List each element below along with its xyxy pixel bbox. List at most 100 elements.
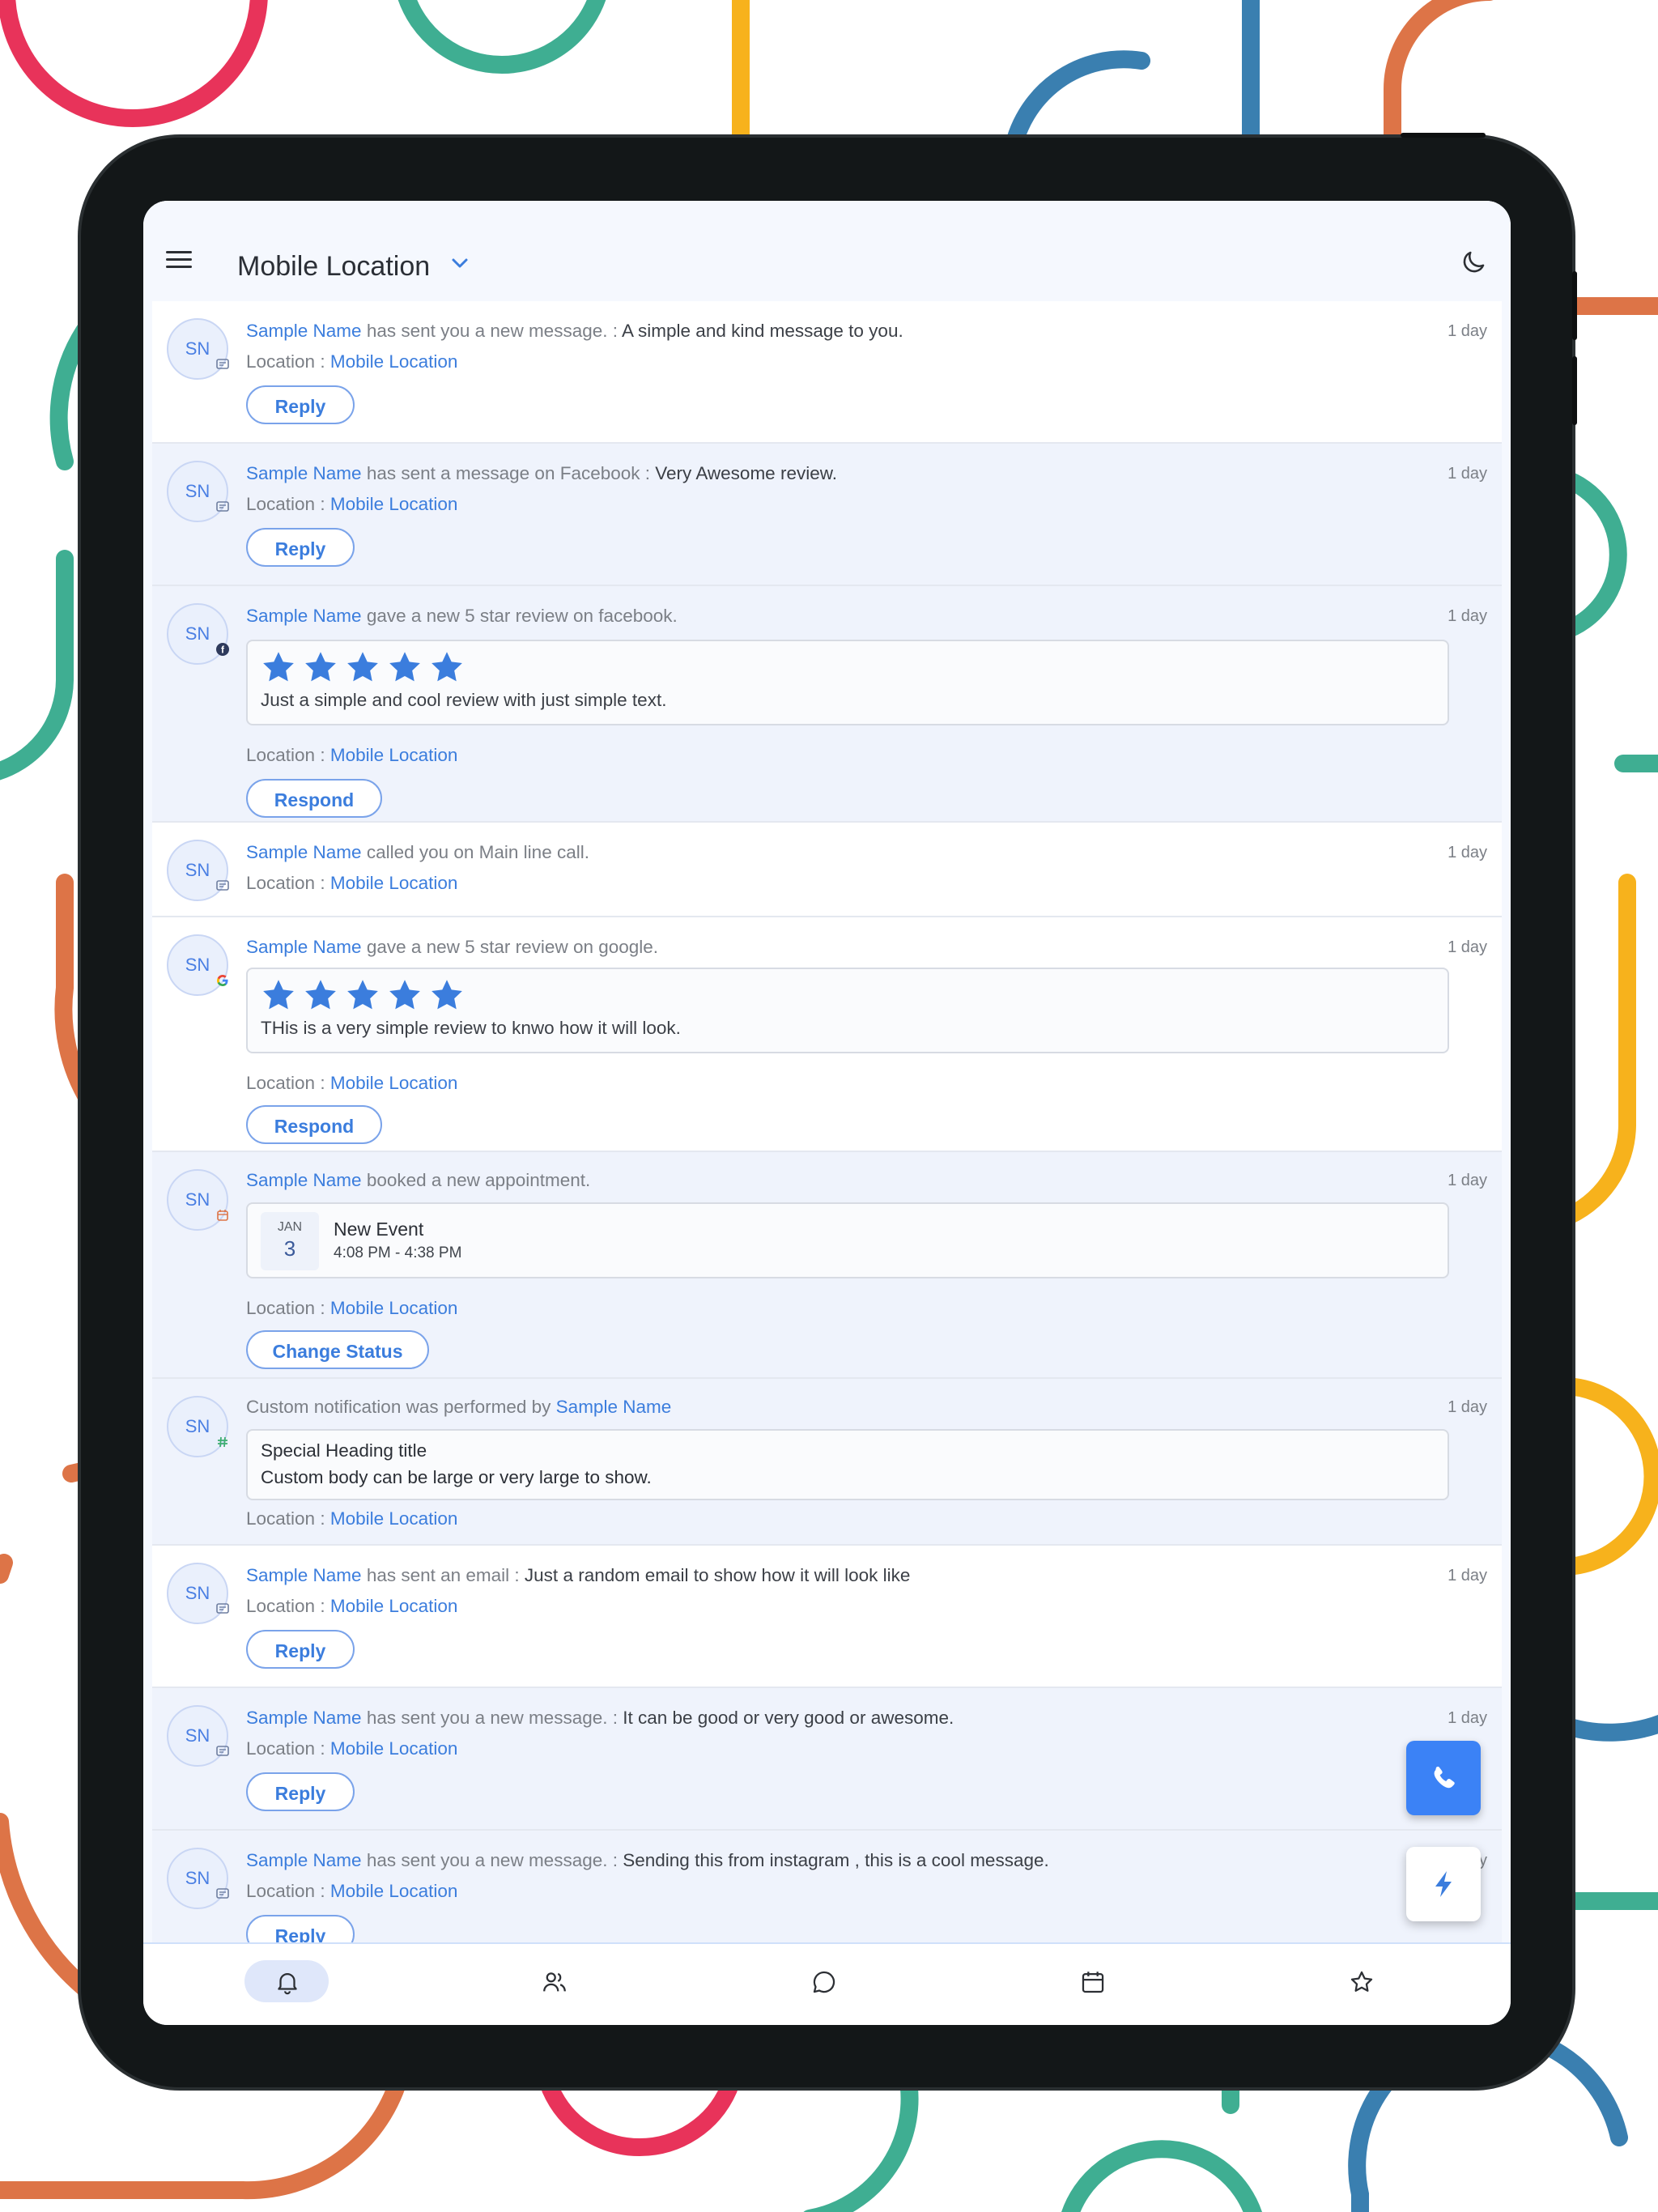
dark-mode-moon-icon[interactable] — [1459, 248, 1488, 277]
top-app-bar: Mobile Location — [143, 201, 1511, 301]
location-link[interactable]: Mobile Location — [330, 351, 458, 372]
contact-name-link[interactable]: Sample Name — [246, 1565, 362, 1585]
contact-name-link[interactable]: Sample Name — [556, 1397, 672, 1417]
bottom-navigation — [143, 1942, 1511, 2025]
notification-item[interactable]: SN Sample Name has sent you a new messag… — [152, 301, 1502, 444]
notification-item[interactable]: SN Custom notification was performed by … — [152, 1379, 1502, 1546]
location-link[interactable]: Mobile Location — [330, 1596, 458, 1616]
contact-name-link[interactable]: Sample Name — [246, 606, 362, 626]
review-text: THis is a very simple review to knwo how… — [261, 1018, 681, 1038]
phone-icon — [1434, 1766, 1455, 1789]
call-fab-button[interactable] — [1406, 1741, 1481, 1815]
event-title: New Event — [334, 1219, 424, 1240]
location-line: Location : Mobile Location — [246, 1073, 458, 1093]
reply-button[interactable]: Reply — [246, 1772, 355, 1811]
contact-name-link[interactable]: Sample Name — [246, 463, 362, 483]
contact-name-link[interactable]: Sample Name — [246, 1850, 362, 1870]
review-card: THis is a very simple review to knwo how… — [246, 968, 1449, 1053]
notification-item[interactable]: SN Sample Name called you on Main line c… — [152, 823, 1502, 917]
avatar: SN f — [167, 603, 229, 665]
location-link[interactable]: Mobile Location — [330, 873, 458, 893]
calendar-icon — [217, 1210, 228, 1221]
hash-icon — [218, 1436, 227, 1448]
change-status-button[interactable]: Change Status — [246, 1330, 429, 1369]
rating-star-icon — [263, 980, 294, 1010]
avatar: SN — [167, 1705, 229, 1767]
rating-star-icon — [305, 980, 336, 1010]
message-icon — [216, 1603, 229, 1614]
notification-item[interactable]: SN Sample Name booked a new appointment.… — [152, 1152, 1502, 1379]
star-rating — [261, 649, 465, 685]
location-title[interactable]: Mobile Location — [237, 251, 430, 283]
tablet-side-button — [1572, 271, 1577, 340]
lightning-bolt-icon — [1435, 1871, 1452, 1897]
contact-name-link[interactable]: Sample Name — [246, 1170, 362, 1190]
rating-star-icon — [432, 980, 462, 1010]
contact-name-link[interactable]: Sample Name — [246, 937, 362, 957]
message-icon — [216, 880, 229, 891]
location-link[interactable]: Mobile Location — [330, 494, 458, 514]
appointment-card[interactable]: JAN 3 New Event 4:08 PM - 4:38 PM — [246, 1202, 1449, 1278]
chat-icon — [813, 1971, 835, 1993]
quick-action-fab-button[interactable] — [1406, 1847, 1481, 1921]
reply-button[interactable]: Reply — [246, 385, 355, 424]
message-icon — [216, 359, 229, 369]
location-line: Location : Mobile Location — [246, 1881, 458, 1901]
location-link[interactable]: Mobile Location — [330, 1298, 458, 1318]
custom-heading: Special Heading title — [261, 1440, 427, 1461]
location-link[interactable]: Mobile Location — [330, 1738, 458, 1759]
reply-button[interactable]: Reply — [246, 528, 355, 567]
notification-item[interactable]: SN Sample Name has sent you a new messag… — [152, 1688, 1502, 1831]
notification-item[interactable]: SN f Sample Name gave a new 5 star revie… — [152, 586, 1502, 823]
nav-calendar[interactable] — [1050, 1960, 1134, 2002]
contact-name-link[interactable]: Sample Name — [246, 1708, 362, 1728]
notification-text: Sample Name gave a new 5 star review on … — [246, 937, 659, 957]
avatar: SN — [167, 1848, 229, 1909]
timestamp: 1 day — [1448, 1398, 1487, 1416]
respond-button[interactable]: Respond — [246, 779, 382, 818]
chevron-down-icon[interactable] — [451, 257, 469, 270]
location-line: Location : Mobile Location — [246, 1596, 458, 1616]
message-icon — [216, 501, 229, 512]
notification-item[interactable]: SN Sample Name gave a new 5 star review … — [152, 917, 1502, 1152]
location-line: Location : Mobile Location — [246, 873, 458, 893]
timestamp: 1 day — [1448, 1567, 1487, 1585]
location-link[interactable]: Mobile Location — [330, 1073, 458, 1093]
notification-item[interactable]: SN Sample Name has sent a message on Fac… — [152, 444, 1502, 586]
respond-button[interactable]: Respond — [246, 1105, 382, 1144]
location-link[interactable]: Mobile Location — [330, 745, 458, 765]
timestamp: 1 day — [1448, 844, 1487, 861]
rating-star-icon — [432, 652, 462, 682]
users-icon — [543, 1972, 566, 1992]
timestamp: 1 day — [1448, 938, 1487, 956]
notification-text: Sample Name has sent you a new message. … — [246, 1708, 954, 1728]
notification-feed[interactable]: SN Sample Name has sent you a new messag… — [152, 301, 1502, 2025]
location-link[interactable]: Mobile Location — [330, 1881, 458, 1901]
location-link[interactable]: Mobile Location — [330, 1508, 458, 1529]
tablet-top-button — [1401, 133, 1486, 138]
notification-item[interactable]: SN Sample Name has sent an email : Just … — [152, 1546, 1502, 1688]
rating-star-icon — [347, 652, 378, 682]
avatar: SN — [167, 840, 229, 901]
timestamp: 1 day — [1448, 607, 1487, 625]
rating-star-icon — [347, 980, 378, 1010]
nav-contacts[interactable] — [512, 1960, 596, 2002]
calendar-icon — [1082, 1972, 1104, 1993]
facebook-icon: f — [216, 643, 229, 656]
notification-text: Custom notification was performed by Sam… — [246, 1397, 672, 1417]
location-line: Location : Mobile Location — [246, 494, 458, 514]
rating-star-icon — [389, 652, 420, 682]
google-icon — [217, 975, 228, 986]
timestamp: 1 day — [1448, 1709, 1487, 1727]
notification-text: Sample Name gave a new 5 star review on … — [246, 606, 678, 626]
nav-conversations[interactable] — [781, 1960, 865, 2002]
nav-notifications[interactable] — [244, 1960, 329, 2002]
contact-name-link[interactable]: Sample Name — [246, 842, 362, 862]
nav-reviews[interactable] — [1319, 1960, 1403, 2002]
avatar: SN — [167, 1396, 228, 1457]
contact-name-link[interactable]: Sample Name — [246, 321, 362, 341]
message-icon — [216, 1746, 229, 1756]
hamburger-menu-icon[interactable] — [166, 251, 192, 270]
reply-button[interactable]: Reply — [246, 1630, 355, 1669]
custom-notification-card: Special Heading title Custom body can be… — [246, 1429, 1449, 1500]
